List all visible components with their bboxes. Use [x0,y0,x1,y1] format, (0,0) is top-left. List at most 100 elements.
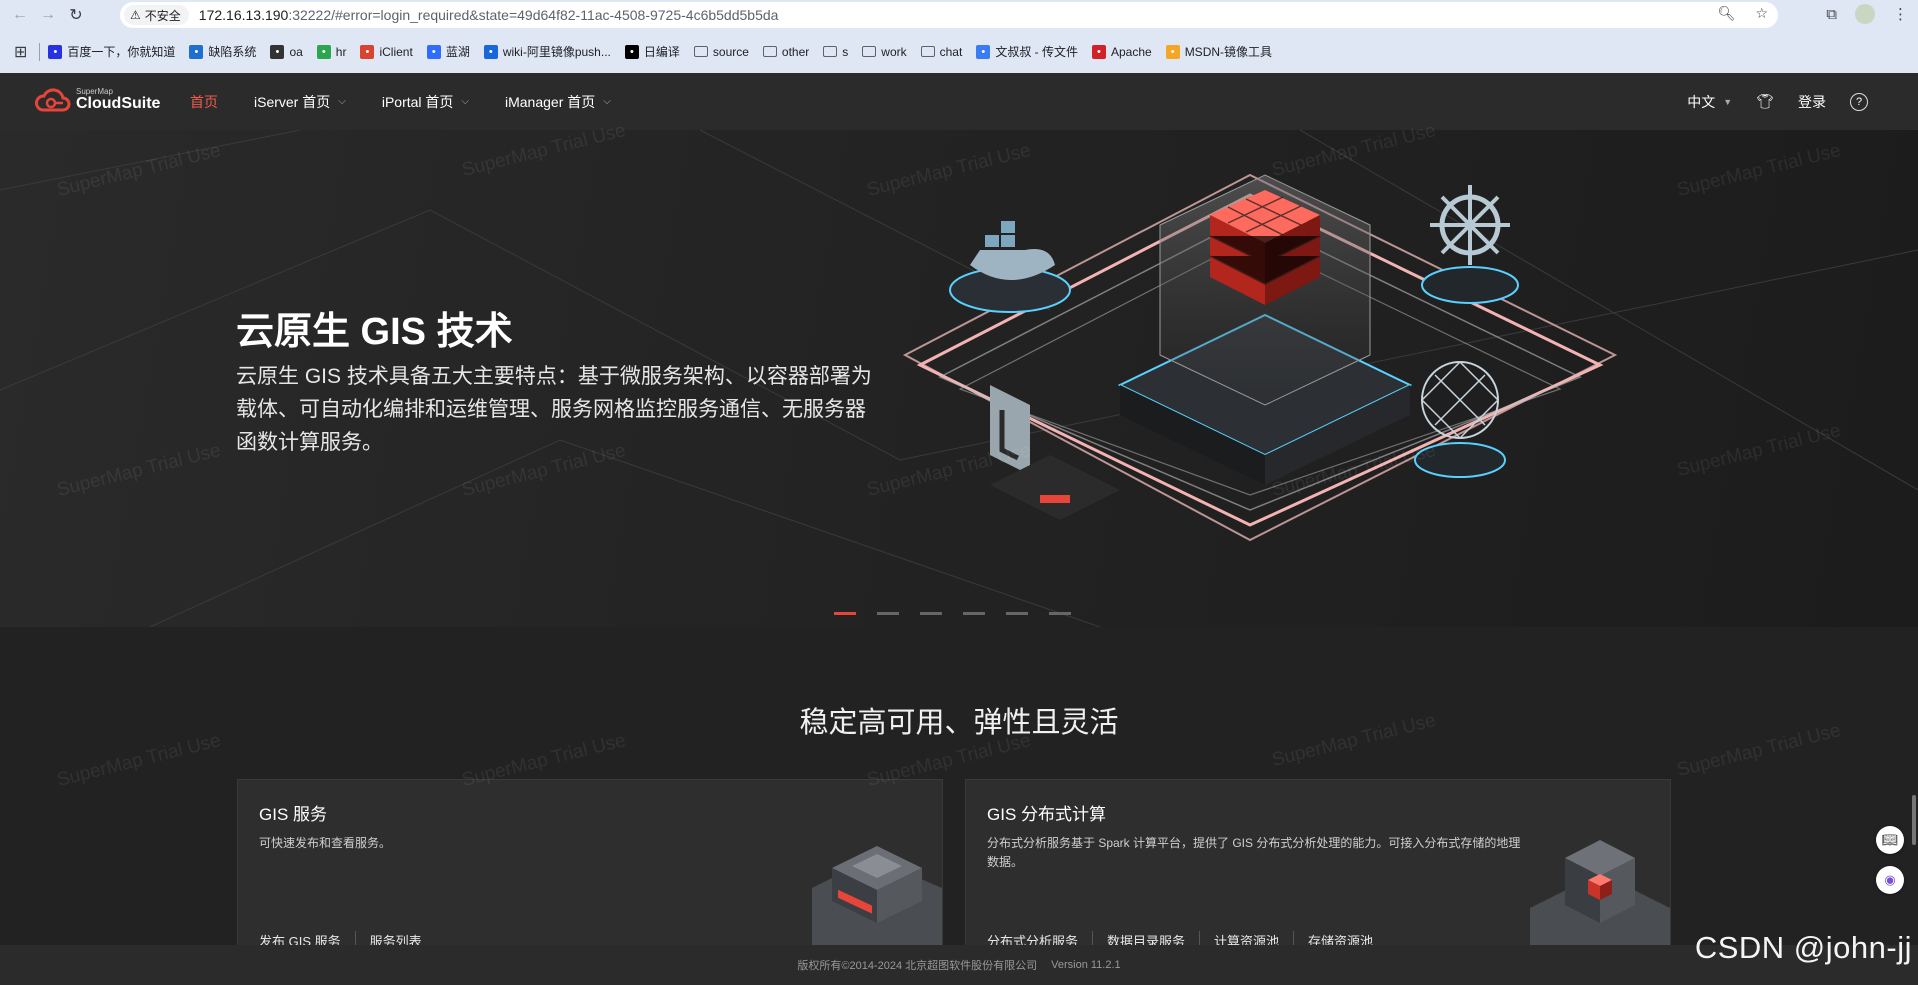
folder-icon [823,46,838,57]
bookmark-label: wiki-阿里镜像push... [502,45,611,59]
nav-imanager[interactable]: iManager 首页 ⌵ [505,92,611,112]
card-gis-service: GIS 服务 可快速发布和查看服务。 发布 GIS 服务 服务列表 [237,779,943,945]
card-links: 发布 GIS 服务 服务列表 [259,931,450,945]
back-arrow-icon[interactable]: ← [6,1,34,29]
bookmark-item[interactable]: • MSDN-镜像工具 [1165,43,1272,60]
bookmark-item[interactable]: • 日编译 [624,43,680,60]
app-header: SuperMap CloudSuite 首页 iServer 首页 ⌵ iPort… [0,73,1918,130]
bookmark-item[interactable]: • 缺陷系统 [189,43,256,60]
browser-menu-icon[interactable]: ⋮ [1893,5,1908,23]
bug-system-icon: • [189,44,204,59]
features-section: 稳定高可用、弹性且灵活 GIS 服务 可快速发布和查看服务。 发布 GIS 服务… [0,627,1918,945]
url-text[interactable]: 172.16.13.190:32222/#error=login_require… [199,7,779,23]
csdn-overlay-text: CSDN @john-jj [1694,930,1912,965]
cube-stack-illustration [1530,840,1670,945]
supermap-logo[interactable]: SuperMap CloudSuite [34,85,160,115]
nav-imanager-label: iManager 首页 [505,93,596,110]
bookmark-label: 蓝湖 [445,45,470,59]
baidu-icon: • [48,44,63,59]
card-description: 分布式分析服务基于 Spark 计算平台，提供了 GIS 分布式分析处理的能力。… [987,836,1521,869]
language-select[interactable]: 中文 ▼ [1687,92,1732,112]
nav-iportal[interactable]: iPortal 首页 ⌵ [382,92,469,112]
storage-pool-link[interactable]: 存储资源池 [1308,931,1387,945]
scrollbar-thumb[interactable] [1912,795,1916,845]
bookmark-label: 文叔叔 - 传文件 [995,45,1078,59]
carousel-dot[interactable] [877,612,899,615]
forward-arrow-icon[interactable]: → [34,1,62,29]
bookmark-label: s [842,44,849,59]
service-list-link[interactable]: 服务列表 [370,931,436,945]
bookmark-item[interactable]: chat [920,44,963,59]
browser-toolbar: ← → ↻ ⚠ 不安全 172.16.13.190:32222/#error=l… [0,0,1918,30]
bookmark-item[interactable]: • 百度一下，你就知道 [48,43,175,60]
bookmark-star-icon[interactable]: ☆ [1755,5,1768,22]
nav-iserver-label: iServer 首页 [254,93,331,110]
carousel-dot[interactable] [963,612,985,615]
bookmark-item[interactable]: • 文叔叔 - 传文件 [976,43,1078,60]
warning-triangle-icon: ⚠ [130,8,141,22]
carousel-dot[interactable] [1049,612,1071,615]
folder-icon [762,46,777,57]
page-footer: 版权所有©2014-2024 北京超图软件股份有限公司 Version 11.2… [0,945,1918,985]
chevron-down-icon: ⌵ [461,96,469,107]
apps-grid-icon[interactable]: ⊞ [14,42,27,62]
bookmark-item[interactable]: • iClient [360,44,413,59]
security-chip[interactable]: ⚠ 不安全 [124,5,189,25]
chevron-down-icon: ⌵ [603,96,611,107]
bookmark-item[interactable]: other [762,44,810,59]
hr-icon: • [316,44,331,59]
bookmark-item[interactable]: • wiki-阿里镜像push... [483,43,611,60]
bookmark-label: 缺陷系统 [208,45,257,59]
publish-gis-service-link[interactable]: 发布 GIS 服务 [259,931,356,945]
card-description: 可快速发布和查看服务。 [259,836,392,850]
reload-icon[interactable]: ↻ [62,1,90,29]
carousel-dot[interactable] [1006,612,1028,615]
bookmark-label: iClient [379,44,413,59]
help-icon[interactable]: ? [1850,92,1868,111]
bookmark-label: 日编译 [643,45,680,59]
bookmark-label: other [781,44,810,59]
bookmark-label: work [881,44,907,59]
url-path: :32222/#error=login_required&state=49d64… [288,7,779,23]
bookmarks-bar: ⊞ • 百度一下，你就知道 • 缺陷系统 • oa • hr • iClient • 蓝湖 • wiki-… [0,30,1918,73]
bookmark-label: oa [289,44,303,59]
bookmark-item[interactable]: s [823,45,848,59]
carousel-dot[interactable] [834,612,856,615]
profile-avatar[interactable] [1855,4,1875,24]
theme-shirt-icon[interactable]: 👕︎ [1756,93,1774,110]
book-icon[interactable]: 📖︎ [1876,826,1904,854]
confluence-icon: • [483,44,498,59]
bookmark-item[interactable]: • oa [270,44,303,59]
cloud-native-illustration [902,173,1618,542]
card-title: GIS 分布式计算 [987,805,1107,824]
card-links: 分布式分析服务 数据目录服务 计算资源池 存储资源池 [987,931,1401,945]
distributed-analysis-link[interactable]: 分布式分析服务 [987,931,1094,945]
carousel-dot[interactable] [920,612,942,615]
bookmark-item[interactable]: • 蓝湖 [426,43,470,60]
login-link[interactable]: 登录 [1798,92,1826,112]
data-catalog-link[interactable]: 数据目录服务 [1107,931,1201,945]
logo-text: CloudSuite [76,95,161,112]
oa-icon: • [270,44,285,59]
bookmark-item[interactable]: • Apache [1091,44,1152,59]
bookmark-item[interactable]: work [862,44,907,59]
zoom-icon[interactable]: 🔍︎ [1718,5,1736,22]
bookmark-label: chat [939,44,963,59]
bookmark-item[interactable]: source [693,44,749,59]
card-title: GIS 服务 [259,805,328,824]
extensions-icon[interactable]: ⧉ [1826,6,1837,23]
nav-home[interactable]: 首页 [190,92,218,112]
compute-pool-link[interactable]: 计算资源池 [1214,931,1295,945]
security-label: 不安全 [144,8,181,23]
hero-description: 云原生 GIS 技术具备五大主要特点：基于微服务架构、以容器部署为载体、可自动化… [236,365,872,454]
bookmarks-divider [39,42,41,61]
server-box-illustration [812,846,942,945]
ai-assistant-icon[interactable]: ◉ [1876,866,1904,894]
nav-iserver[interactable]: iServer 首页 ⌵ [254,92,346,112]
version-text: Version 11.2.1 [1051,959,1121,971]
bookmark-label: source [712,44,749,59]
address-bar[interactable]: ⚠ 不安全 172.16.13.190:32222/#error=login_r… [120,2,1778,28]
bookmark-item[interactable]: • hr [316,44,346,59]
apache-feather-icon: • [1091,44,1106,59]
folder-icon [862,46,877,57]
